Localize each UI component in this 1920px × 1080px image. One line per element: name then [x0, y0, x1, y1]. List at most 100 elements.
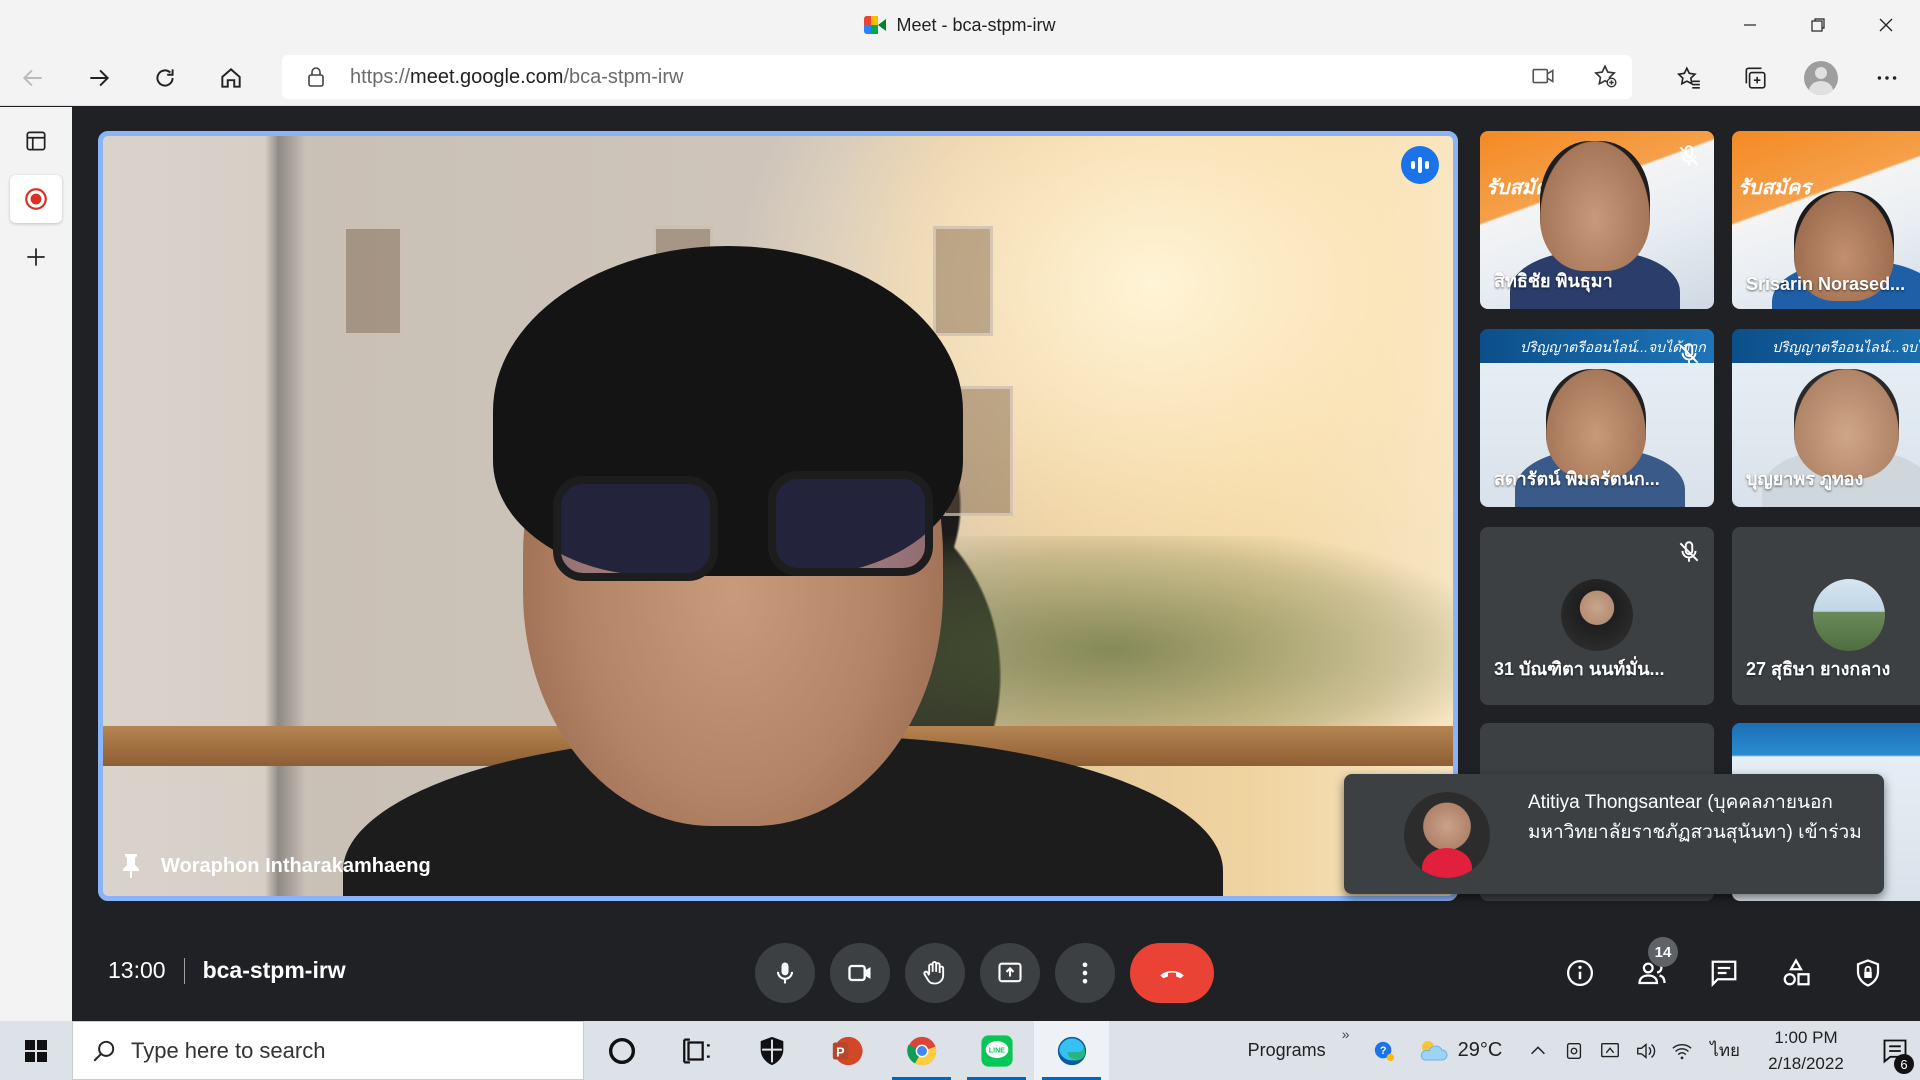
tile-overlay-text: รับสมัคร	[1738, 177, 1811, 199]
restore-button[interactable]	[1784, 0, 1852, 50]
participant-tile[interactable]: 27 สุธิษา ยางกลาง	[1732, 527, 1920, 705]
participant-tile[interactable]: รับสมัคร สิทธิชัย พินธุมา	[1480, 131, 1714, 309]
network-button[interactable]	[1664, 1040, 1700, 1062]
windows-taskbar: Type here to search P LINE Programs » ? 2…	[0, 1021, 1920, 1080]
temperature: 29°C	[1457, 1039, 1503, 1061]
show-hidden-icons-button[interactable]	[1520, 1040, 1556, 1062]
language-indicator[interactable]: ไทย	[1710, 1037, 1740, 1064]
chat-button[interactable]	[1694, 943, 1754, 1003]
more-options-button[interactable]	[1055, 943, 1115, 1003]
start-button[interactable]	[0, 1021, 72, 1080]
back-button[interactable]	[0, 50, 66, 106]
raise-hand-button[interactable]	[905, 943, 965, 1003]
camera-button[interactable]	[830, 943, 890, 1003]
participant-tile[interactable]: 31 บัณฑิตา นนท์มั่น...	[1480, 527, 1714, 705]
meeting-info: 13:00 bca-stpm-irw	[108, 957, 346, 984]
edge-button[interactable]	[1034, 1021, 1109, 1080]
powerpoint-button[interactable]: P	[809, 1021, 884, 1080]
muted-mic-icon	[1679, 541, 1699, 562]
participant-face	[1546, 369, 1646, 479]
activities-button[interactable]	[1766, 943, 1826, 1003]
meeting-time: 13:00	[108, 957, 166, 983]
minimize-button[interactable]	[1716, 0, 1784, 50]
meeting-code: bca-stpm-irw	[202, 957, 346, 983]
info-icon	[1567, 960, 1593, 986]
add-favorite-icon[interactable]	[1592, 63, 1618, 89]
participant-avatar	[1561, 579, 1633, 651]
host-controls-icon	[1856, 959, 1880, 987]
window-title-text: Meet - bca-stpm-irw	[896, 14, 1056, 35]
display-icon	[1601, 1042, 1620, 1057]
favorites-icon	[1676, 66, 1700, 89]
tab-actions-button[interactable]	[10, 117, 62, 165]
security-icon	[760, 1036, 783, 1065]
participant-name: 27 สุธิษา ยางกลาง	[1746, 659, 1891, 679]
system-tray: Programs» ? 29°C ไทย 1:00 PM 2/18/2022 6	[1248, 1021, 1920, 1080]
programs-toolbar[interactable]: Programs »	[1248, 1026, 1350, 1061]
line-button[interactable]: LINE	[959, 1021, 1034, 1080]
participant-name: 31 บัณฑิตา นนท์มั่น...	[1494, 659, 1665, 679]
device-tray-button[interactable]	[1556, 1040, 1592, 1062]
end-call-button[interactable]	[1130, 943, 1214, 1003]
volume-button[interactable]	[1628, 1040, 1664, 1062]
wifi-icon	[1672, 1043, 1692, 1059]
windows-logo-icon	[25, 1039, 47, 1062]
host-controls-button[interactable]	[1838, 943, 1898, 1003]
action-center-button[interactable]: 6	[1870, 1021, 1920, 1080]
more-button[interactable]	[1854, 50, 1920, 106]
refresh-button[interactable]	[132, 50, 198, 106]
edge-icon	[1057, 1036, 1086, 1065]
home-icon	[221, 67, 241, 88]
new-tab-button[interactable]	[10, 233, 62, 281]
taskbar-search[interactable]: Type here to search	[72, 1021, 584, 1080]
meeting-details-button[interactable]	[1550, 943, 1610, 1003]
speaker-glasses-right	[768, 471, 933, 576]
task-view-icon	[682, 1038, 710, 1063]
participant-tile[interactable]: ปริญญาตรีออนไลน์...จบได้จาก บุญยาพร ภูทอ…	[1732, 329, 1920, 507]
pin-icon[interactable]	[121, 852, 141, 878]
home-button[interactable]	[198, 50, 264, 106]
back-icon	[22, 69, 42, 86]
chrome-button[interactable]	[884, 1021, 959, 1080]
participant-name: สิทธิชัย พินธุมา	[1494, 271, 1613, 291]
security-app-button[interactable]	[734, 1021, 809, 1080]
participant-face	[1540, 141, 1650, 271]
participant-name: สดารัตน์ พิมลรัตนก...	[1494, 469, 1660, 489]
microphone-icon	[776, 962, 794, 984]
display-tray-button[interactable]	[1592, 1040, 1628, 1062]
browser-sidebar	[0, 107, 72, 1021]
end-call-icon	[1160, 970, 1184, 979]
task-view-button[interactable]	[659, 1021, 734, 1080]
microphone-button[interactable]	[755, 943, 815, 1003]
notification-count-badge: 6	[1894, 1054, 1914, 1074]
cortana-button[interactable]	[584, 1021, 659, 1080]
activities-icon	[1783, 958, 1810, 986]
meet-tab-button[interactable]	[10, 175, 62, 223]
present-button[interactable]	[980, 943, 1040, 1003]
chevron-up-icon	[1531, 1045, 1546, 1054]
help-tray-button[interactable]: ?	[1366, 1040, 1402, 1062]
participant-tile[interactable]: รับสมัคร Srisarin Norased...	[1732, 131, 1920, 309]
profile-button[interactable]	[1788, 50, 1854, 106]
close-button[interactable]	[1852, 0, 1920, 50]
address-bar[interactable]: https://meet.google.com/bca-stpm-irw	[282, 55, 1632, 99]
camera-icon[interactable]	[1530, 63, 1556, 89]
forward-button[interactable]	[66, 50, 132, 106]
line-icon: LINE	[980, 1034, 1013, 1067]
browser-toolbar: https://meet.google.com/bca-stpm-irw	[0, 50, 1920, 106]
speaker-glasses-left	[553, 476, 718, 581]
url-text[interactable]: https://meet.google.com/bca-stpm-irw	[350, 66, 683, 89]
main-speaker-video[interactable]: Woraphon Intharakamhaeng	[98, 131, 1458, 901]
meeting-controls-bar: 13:00 bca-stpm-irw 14	[72, 927, 1920, 1021]
join-notification: Atitiya Thongsantear (บุคคลภายนอก มหาวิท…	[1344, 774, 1884, 894]
help-icon: ?	[1374, 1041, 1394, 1061]
participant-tile[interactable]: ปริญญาตรีออนไลน์...จบได้จาก สดารัตน์ พิม…	[1480, 329, 1714, 507]
lock-icon[interactable]	[304, 65, 328, 89]
taskbar-clock[interactable]: 1:00 PM 2/18/2022	[1756, 1025, 1856, 1077]
favorites-button[interactable]	[1656, 50, 1722, 106]
participant-name: Srisarin Norased...	[1746, 274, 1906, 294]
weather-widget[interactable]: 29°C	[1416, 1038, 1503, 1064]
main-speaker-name: Woraphon Intharakamhaeng	[161, 855, 431, 877]
collections-button[interactable]	[1722, 50, 1788, 106]
people-button[interactable]: 14	[1622, 937, 1682, 1003]
